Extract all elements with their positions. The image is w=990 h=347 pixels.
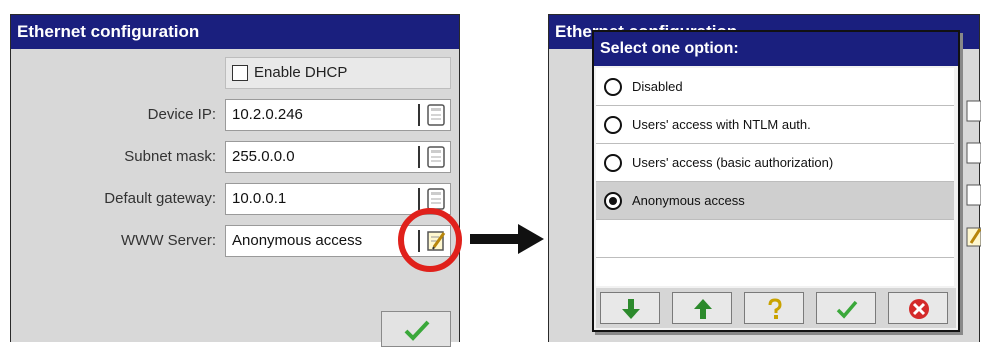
- dhcp-label: Enable DHCP: [254, 64, 348, 81]
- up-arrow-icon: [694, 299, 712, 319]
- keyboard-icon[interactable]: [425, 103, 447, 127]
- highlight-circle: [398, 208, 462, 272]
- cancel-button[interactable]: [888, 292, 948, 324]
- default-gateway-value: 10.0.0.1: [232, 190, 287, 207]
- device-ip-label: Device IP:: [147, 106, 216, 123]
- www-server-label: WWW Server:: [121, 232, 216, 249]
- option-ntlm[interactable]: Users' access with NTLM auth.: [596, 106, 954, 144]
- empty-row: [596, 220, 954, 258]
- keyboard-icon: [966, 184, 981, 206]
- subnet-mask-value: 255.0.0.0: [232, 148, 295, 165]
- option-disabled[interactable]: Disabled: [596, 68, 954, 106]
- option-list: Disabled Users' access with NTLM auth. U…: [596, 68, 954, 286]
- option-label: Disabled: [632, 79, 683, 94]
- help-icon: [768, 298, 782, 319]
- default-gateway-label: Default gateway:: [104, 190, 216, 207]
- window-title: Ethernet configuration: [11, 15, 459, 49]
- accept-button[interactable]: [816, 292, 876, 324]
- dialog-title: Select one option:: [594, 32, 958, 66]
- keyboard-icon: [966, 142, 981, 164]
- radio-button[interactable]: [604, 154, 622, 172]
- subnet-mask-field[interactable]: 255.0.0.0: [225, 141, 451, 173]
- option-anonymous[interactable]: Anonymous access: [596, 182, 954, 220]
- radio-button[interactable]: [604, 116, 622, 134]
- edit-icon: [966, 227, 981, 247]
- option-label: Users' access (basic authorization): [632, 155, 834, 170]
- dhcp-row[interactable]: Enable DHCP: [225, 57, 451, 89]
- keyboard-icon[interactable]: [425, 145, 447, 169]
- keyboard-icon: [966, 100, 981, 122]
- move-up-button[interactable]: [672, 292, 732, 324]
- checkmark-icon: [836, 300, 858, 319]
- right-arrow-icon: [470, 224, 544, 254]
- help-button[interactable]: [744, 292, 804, 324]
- down-arrow-icon: [622, 299, 640, 319]
- radio-button[interactable]: [604, 78, 622, 96]
- radio-button-selected[interactable]: [604, 192, 622, 210]
- device-ip-value: 10.2.0.246: [232, 106, 303, 123]
- option-basic-auth[interactable]: Users' access (basic authorization): [596, 144, 954, 182]
- subnet-mask-label: Subnet mask:: [124, 148, 216, 165]
- select-option-dialog: Select one option: Disabled Users' acces…: [592, 30, 960, 332]
- dhcp-checkbox[interactable]: [232, 65, 248, 81]
- option-label: Anonymous access: [632, 193, 745, 208]
- option-label: Users' access with NTLM auth.: [632, 117, 811, 132]
- move-down-button[interactable]: [600, 292, 660, 324]
- dialog-button-bar: [596, 288, 956, 328]
- cancel-icon: [909, 299, 929, 319]
- config-form: Enable DHCP Device IP: 10.2.0.246 Subnet…: [11, 49, 459, 347]
- checkmark-icon: [404, 320, 430, 341]
- ethernet-config-window: Ethernet configuration Enable DHCP Devic…: [10, 14, 460, 347]
- device-ip-field[interactable]: 10.2.0.246: [225, 99, 451, 131]
- www-server-value: Anonymous access: [232, 232, 363, 249]
